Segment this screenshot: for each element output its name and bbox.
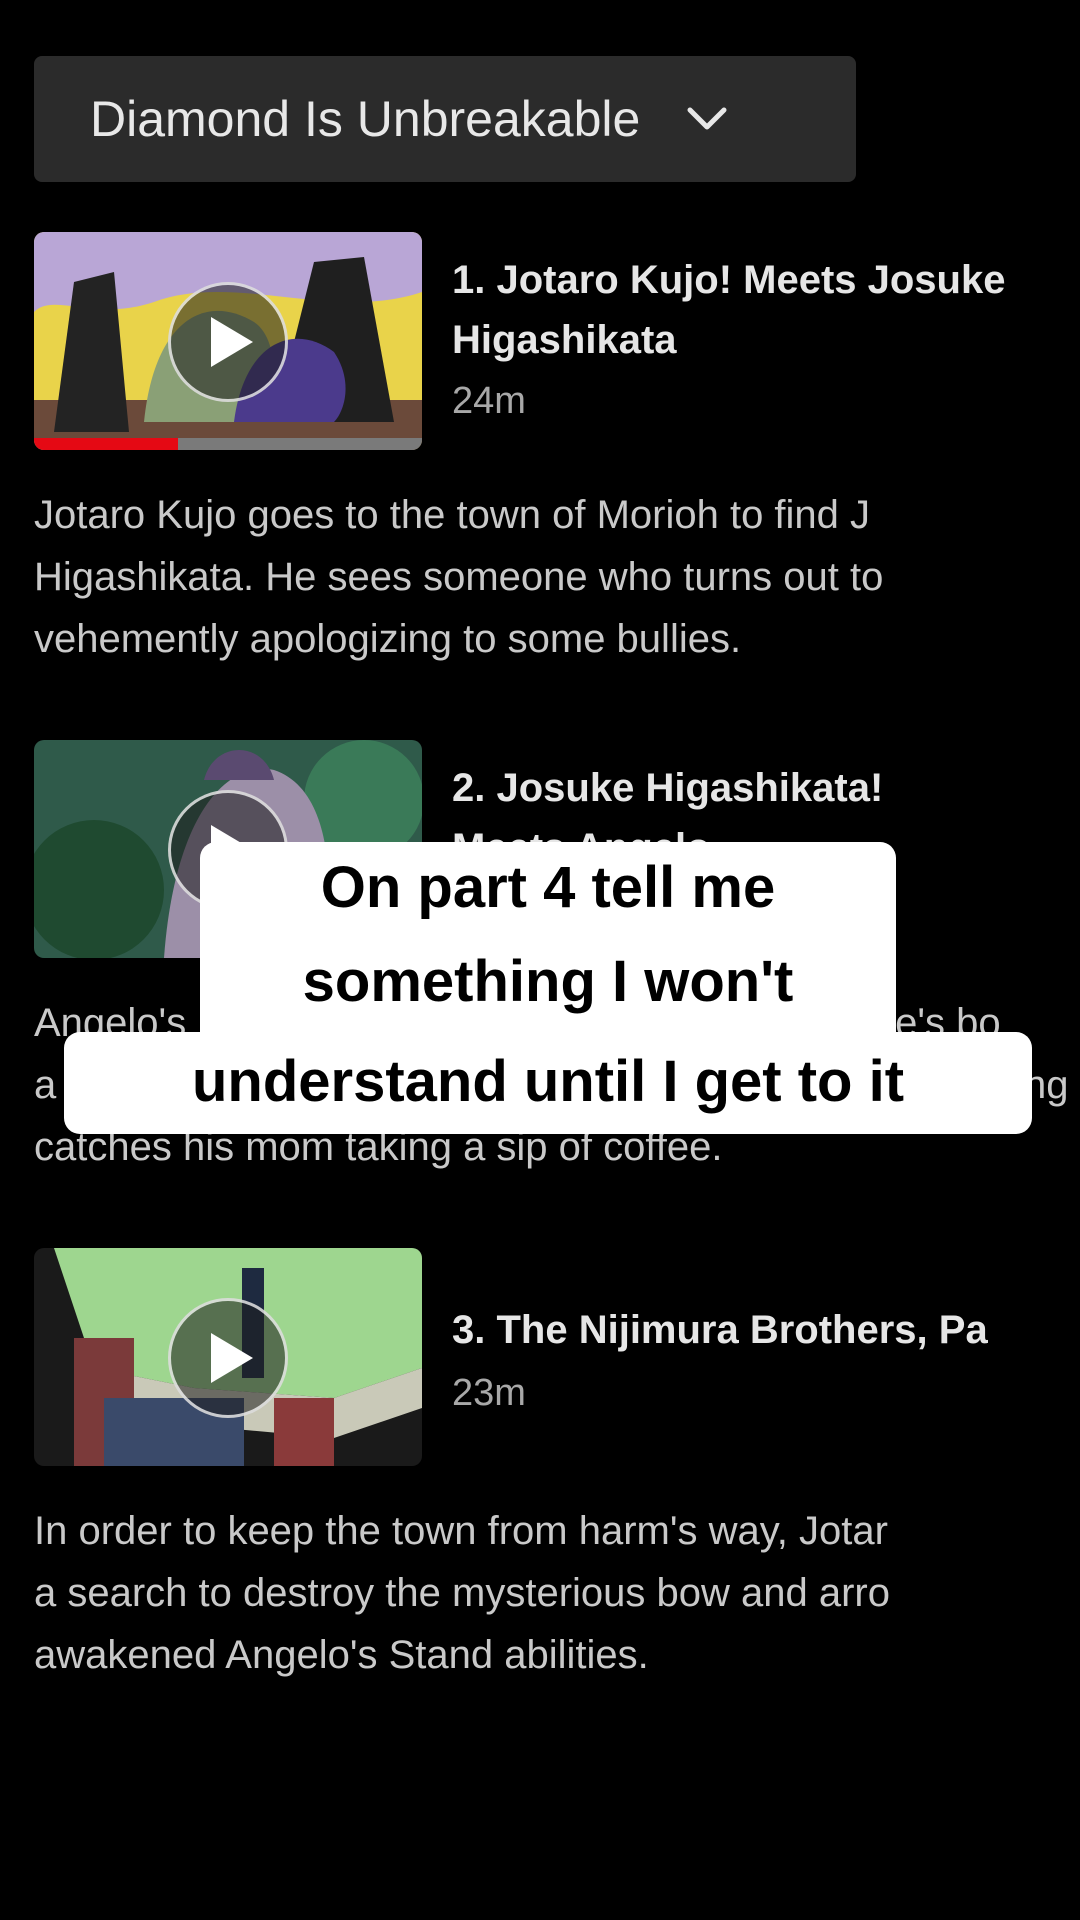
description-line: a search to destroy the mysterious bow a…: [34, 1571, 890, 1615]
episode-item[interactable]: 1. Jotaro Kujo! Meets Josuke Higashikata…: [34, 232, 1080, 692]
caption-line: understand until I get to it: [64, 1032, 1032, 1134]
watch-progress-fill: [34, 438, 178, 450]
episode-title[interactable]: 1. Jotaro Kujo! Meets Josuke Higashikata: [452, 250, 1080, 370]
play-button[interactable]: [168, 1298, 288, 1418]
episode-title-line: 2. Josuke Higashikata!: [452, 766, 884, 810]
episode-title[interactable]: 3. The Nijimura Brothers, Pa: [452, 1300, 1080, 1360]
episode-description: Jotaro Kujo goes to the town of Morioh t…: [34, 484, 1080, 670]
episode-title-line: 1. Jotaro Kujo! Meets Josuke: [452, 258, 1006, 302]
description-line: awakened Angelo's Stand abilities.: [34, 1633, 649, 1677]
episode-title-line: Higashikata: [452, 318, 677, 362]
caption-line: On part 4 tell me: [200, 842, 896, 934]
watch-progress-bar: [34, 438, 422, 450]
episode-thumbnail[interactable]: [34, 1248, 422, 1466]
play-icon: [211, 317, 253, 367]
description-line: vehemently apologizing to some bullies.: [34, 617, 742, 661]
description-line: a: [34, 1063, 57, 1107]
season-selector[interactable]: Diamond Is Unbreakable: [34, 56, 856, 182]
description-line: Higashikata. He sees someone who turns o…: [34, 555, 884, 599]
episode-thumbnail[interactable]: [34, 232, 422, 450]
play-button[interactable]: [168, 282, 288, 402]
episode-duration: 24m: [452, 380, 526, 422]
caption-line: something I won't: [200, 932, 896, 1034]
episode-item[interactable]: 3. The Nijimura Brothers, Pa 23m In orde…: [34, 1248, 1080, 1688]
description-line: In order to keep the town from harm's wa…: [34, 1509, 888, 1553]
play-icon: [211, 1333, 253, 1383]
episode-description: In order to keep the town from harm's wa…: [34, 1500, 1080, 1686]
description-line: Jotaro Kujo goes to the town of Morioh t…: [34, 493, 871, 537]
chevron-down-icon: [687, 107, 727, 130]
episode-title-line: 3. The Nijimura Brothers, Pa: [452, 1308, 988, 1352]
season-selector-label: Diamond Is Unbreakable: [90, 91, 641, 147]
episode-duration: 23m: [452, 1372, 526, 1414]
